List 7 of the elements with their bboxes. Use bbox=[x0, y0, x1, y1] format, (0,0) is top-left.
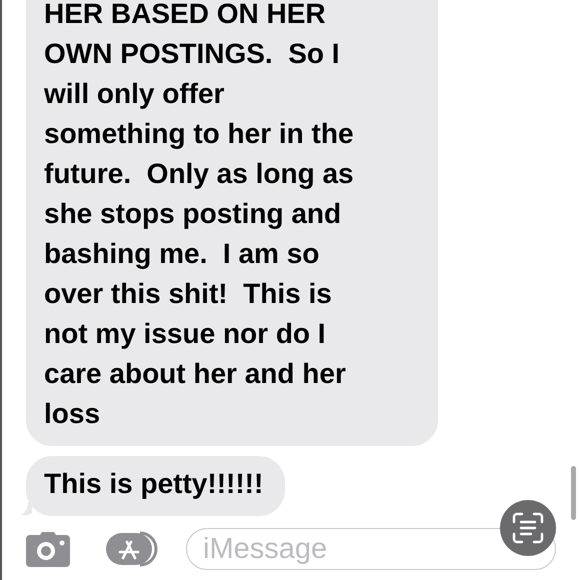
app-store-icon[interactable] bbox=[106, 531, 160, 567]
scroll-indicator bbox=[571, 466, 576, 520]
message-input-field[interactable]: iMessage bbox=[186, 528, 556, 570]
camera-icon[interactable] bbox=[26, 531, 70, 567]
scan-icon bbox=[512, 512, 544, 544]
message-text: HER BASED ON HER OWN POSTINGS. So I will only offer something to her in the future. Only as long as she stops posting and bashing me. I am so over this shit! This is not my issue nor do I care about her and her loss bbox=[44, 0, 355, 431]
message-text: This is petty!!!!!! bbox=[44, 467, 264, 501]
